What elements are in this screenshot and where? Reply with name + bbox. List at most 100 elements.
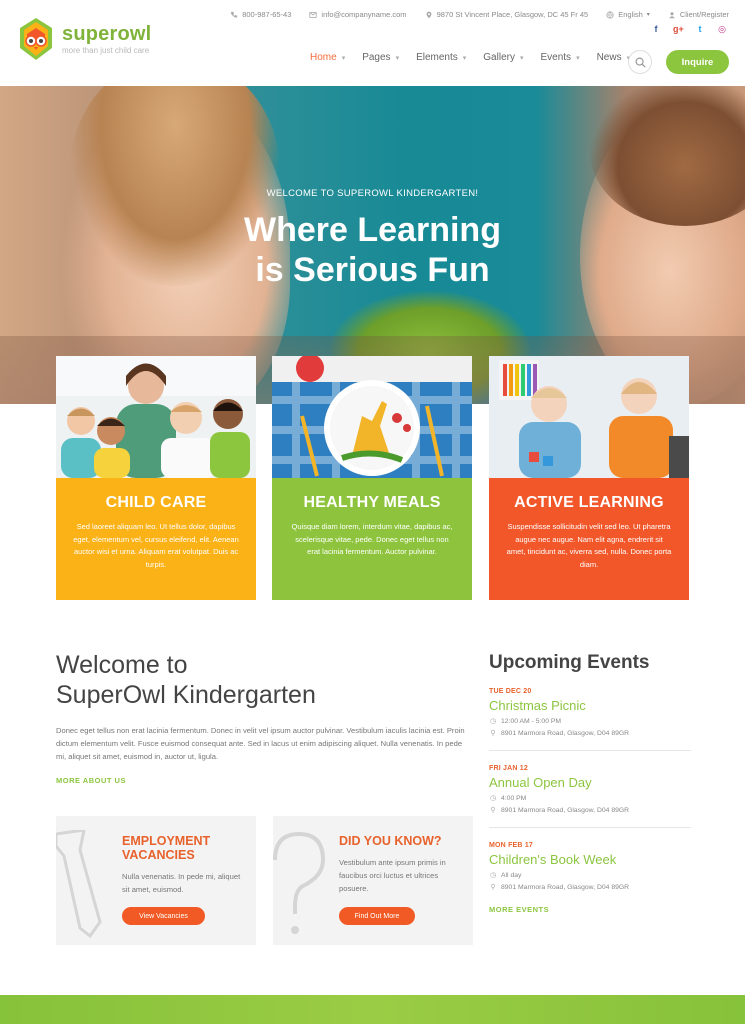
did-you-know-text: Vestibulum ante ipsum primis in faucibus… [339, 858, 446, 893]
event-name[interactable]: Annual Open Day [489, 775, 691, 790]
topbar-address: 9870 St Vincent Place, Glasgow, DC 45 Fr… [425, 10, 589, 19]
inquire-button[interactable]: Inquire [666, 50, 729, 74]
feature-card-child-care[interactable]: CHILD CARE Sed laoreet aliquam leo. Ut t… [56, 356, 256, 600]
social-links: f g+ t ◎ [651, 24, 727, 35]
event-name[interactable]: Christmas Picnic [489, 698, 691, 713]
event-place-row: ⚲ 8901 Marmora Road, Glasgow, D04 89GR [489, 729, 691, 738]
footer-strip [0, 995, 745, 1024]
main-nav: Home ▾ Pages ▾ Elements ▾ Gallery ▾ Even… [310, 52, 647, 63]
site-header: superowl more than just child care 800-9… [0, 0, 745, 90]
necktie-icon [56, 830, 102, 939]
welcome-text: Donec eget tellus non erat lacinia ferme… [56, 726, 465, 761]
event-time-row: ◷ All day [489, 871, 691, 880]
child-care-photo [56, 356, 256, 478]
events-title: Upcoming Events [489, 652, 650, 673]
nav-item-events[interactable]: Events ▾ [540, 52, 579, 63]
nav-item-pages[interactable]: Pages ▾ [362, 52, 399, 63]
account-link[interactable]: Client/Register [668, 10, 729, 19]
map-pin-icon: ⚲ [490, 807, 496, 814]
chevron-down-icon: ▾ [519, 54, 524, 62]
nav-label: Gallery [483, 52, 515, 63]
event-place-row: ⚲ 8901 Marmora Road, Glasgow, D04 89GR [489, 806, 691, 815]
question-mark-icon [273, 831, 326, 934]
nav-item-elements[interactable]: Elements ▾ [416, 52, 466, 63]
view-vacancies-button[interactable]: View Vacancies [122, 907, 205, 925]
map-pin-icon: ⚲ [490, 730, 496, 737]
more-events-link[interactable]: MORE EVENTS [489, 905, 549, 914]
event-place: 8901 Marmora Road, Glasgow, D04 89GR [501, 806, 630, 814]
logo-tagline: more than just child care [62, 46, 150, 55]
nav-item-gallery[interactable]: Gallery ▾ [483, 52, 523, 63]
employment-box: EMPLOYMENT VACANCIES Nulla venenatis. In… [56, 816, 256, 945]
topbar-phone[interactable]: 800-987-65-43 [230, 10, 291, 19]
nav-item-home[interactable]: Home ▾ [310, 52, 345, 63]
feature-card-text: Sed laoreet aliquam leo. Ut tellus dolor… [73, 522, 239, 569]
healthy-meals-photo [272, 356, 472, 478]
phone-icon [230, 11, 238, 18]
logo[interactable]: superowl more than just child care [16, 16, 151, 62]
map-pin-icon: ⚲ [490, 884, 496, 891]
event-date: TUE DEC 20 [489, 688, 532, 695]
event-time: 4:00 PM [501, 794, 527, 802]
event-time: 12:00 AM - 5:00 PM [501, 717, 562, 725]
event-date: MON FEB 17 [489, 842, 534, 849]
account-label: Client/Register [679, 10, 729, 19]
hero-title-line-2: is Serious Fun [255, 251, 490, 289]
chevron-down-icon: ▾ [462, 54, 467, 62]
did-you-know-box: DID YOU KNOW? Vestibulum ante ipsum prim… [273, 816, 473, 945]
chevron-down-icon: ▾ [646, 12, 650, 18]
active-learning-photo [489, 356, 689, 478]
employment-title: EMPLOYMENT VACANCIES [122, 834, 211, 862]
feature-card-body: HEALTHY MEALS Quisque diam lorem, interd… [272, 478, 472, 600]
twitter-icon[interactable]: t [695, 24, 705, 35]
welcome-title: Welcome to SuperOwl Kindergarten [56, 650, 436, 710]
instagram-icon[interactable]: ◎ [717, 24, 727, 35]
topbar: 800-987-65-43 info@companyname.com 9870 … [230, 10, 729, 19]
topbar-phone-text: 800-987-65-43 [242, 10, 292, 19]
event-date: FRI JAN 12 [489, 765, 528, 772]
feature-card-title: CHILD CARE [105, 494, 207, 511]
feature-card-text: Quisque diam lorem, interdum vitae, dapi… [291, 522, 453, 556]
nav-item-news[interactable]: News ▾ [597, 52, 631, 63]
language-selector[interactable]: English ▾ [606, 10, 650, 19]
hero-title-line-1: Where Learning [244, 211, 501, 249]
event-item[interactable]: FRI JAN 12 Annual Open Day ◷ 4:00 PM ⚲ 8… [489, 765, 691, 814]
event-name[interactable]: Children's Book Week [489, 852, 691, 867]
facebook-icon[interactable]: f [651, 24, 661, 35]
search-icon [635, 57, 646, 68]
google-plus-icon[interactable]: g+ [673, 24, 684, 35]
find-out-more-button[interactable]: Find Out More [339, 907, 415, 925]
event-time: All day [501, 871, 522, 879]
clock-icon: ◷ [489, 872, 497, 879]
feature-card-healthy-meals[interactable]: HEALTHY MEALS Quisque diam lorem, interd… [272, 356, 472, 600]
clock-icon: ◷ [489, 795, 497, 802]
topbar-email[interactable]: info@companyname.com [309, 10, 407, 19]
feature-card-title: HEALTHY MEALS [303, 494, 441, 511]
more-about-us-link[interactable]: MORE ABOUT US [56, 776, 126, 785]
welcome-title-line-1: Welcome to [56, 651, 188, 679]
nav-label: Elements [416, 52, 458, 63]
event-item[interactable]: MON FEB 17 Children's Book Week ◷ All da… [489, 842, 691, 891]
event-time-row: ◷ 4:00 PM [489, 794, 691, 803]
event-divider [489, 827, 691, 828]
search-button[interactable] [628, 50, 652, 74]
topbar-email-text: info@companyname.com [321, 10, 407, 19]
chevron-down-icon: ▾ [576, 54, 580, 62]
feature-card-active-learning[interactable]: ACTIVE LEARNING Suspendisse sollicitudin… [489, 356, 689, 600]
topbar-address-text: 9870 St Vincent Place, Glasgow, DC 45 Fr… [436, 10, 589, 19]
chevron-down-icon: ▾ [395, 54, 400, 62]
logo-name: superowl [62, 23, 152, 45]
nav-label: Pages [362, 52, 391, 63]
globe-icon [606, 10, 614, 19]
event-time-row: ◷ 12:00 AM - 5:00 PM [489, 717, 691, 726]
event-item[interactable]: TUE DEC 20 Christmas Picnic ◷ 12:00 AM -… [489, 688, 691, 737]
mail-icon [309, 11, 318, 18]
feature-card-body: CHILD CARE Sed laoreet aliquam leo. Ut t… [56, 478, 256, 600]
owl-logo-icon [16, 16, 56, 62]
clock-icon: ◷ [489, 718, 497, 725]
map-pin-icon [426, 11, 431, 18]
nav-label: Events [540, 52, 572, 63]
feature-card-text: Suspendisse sollicitudin velit sed leo. … [506, 522, 672, 569]
feature-card-title: ACTIVE LEARNING [514, 494, 664, 511]
event-place-row: ⚲ 8901 Marmora Road, Glasgow, D04 89GR [489, 883, 691, 892]
